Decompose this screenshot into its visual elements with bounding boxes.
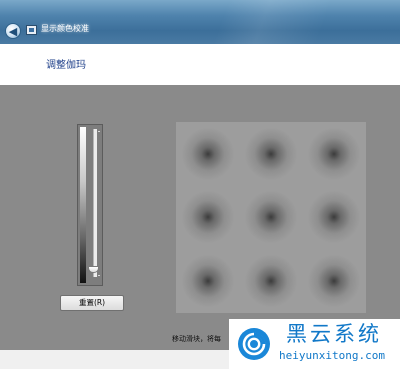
back-button[interactable]: ◀	[5, 23, 21, 39]
gamma-pattern-dot	[239, 249, 302, 313]
slider-tick-top	[98, 131, 100, 132]
monitor-icon	[26, 25, 37, 35]
gamma-pattern-dot	[239, 122, 302, 186]
gamma-pattern-dot	[303, 249, 366, 313]
window-title: 显示颜色校准	[41, 24, 89, 33]
gamma-pattern-dot	[176, 122, 239, 186]
brightness-gradient-bar	[80, 127, 86, 283]
instruction-text: 移动滑块，将每	[172, 335, 221, 343]
title-bar	[0, 0, 400, 44]
watermark: 黑云系统 heiyunxitong.com	[229, 319, 400, 369]
slider-rail[interactable]	[93, 129, 97, 277]
gamma-pattern-dot	[239, 186, 302, 250]
reset-button[interactable]: 重置(R)	[60, 295, 124, 311]
gamma-pattern-dot	[303, 122, 366, 186]
gamma-test-pattern	[176, 122, 366, 313]
watermark-title: 黑云系统	[286, 322, 382, 346]
watermark-url: heiyunxitong.com	[279, 349, 385, 362]
gamma-pattern-dot	[176, 249, 239, 313]
gamma-slider[interactable]	[77, 124, 103, 286]
page-title: 调整伽玛	[46, 60, 86, 71]
gamma-pattern-dot	[303, 186, 366, 250]
watermark-logo-icon	[238, 328, 270, 360]
slider-tick-bottom	[98, 275, 100, 276]
gamma-pattern-dot	[176, 186, 239, 250]
arrow-left-icon: ◀	[8, 24, 18, 38]
slider-thumb[interactable]	[88, 265, 99, 273]
